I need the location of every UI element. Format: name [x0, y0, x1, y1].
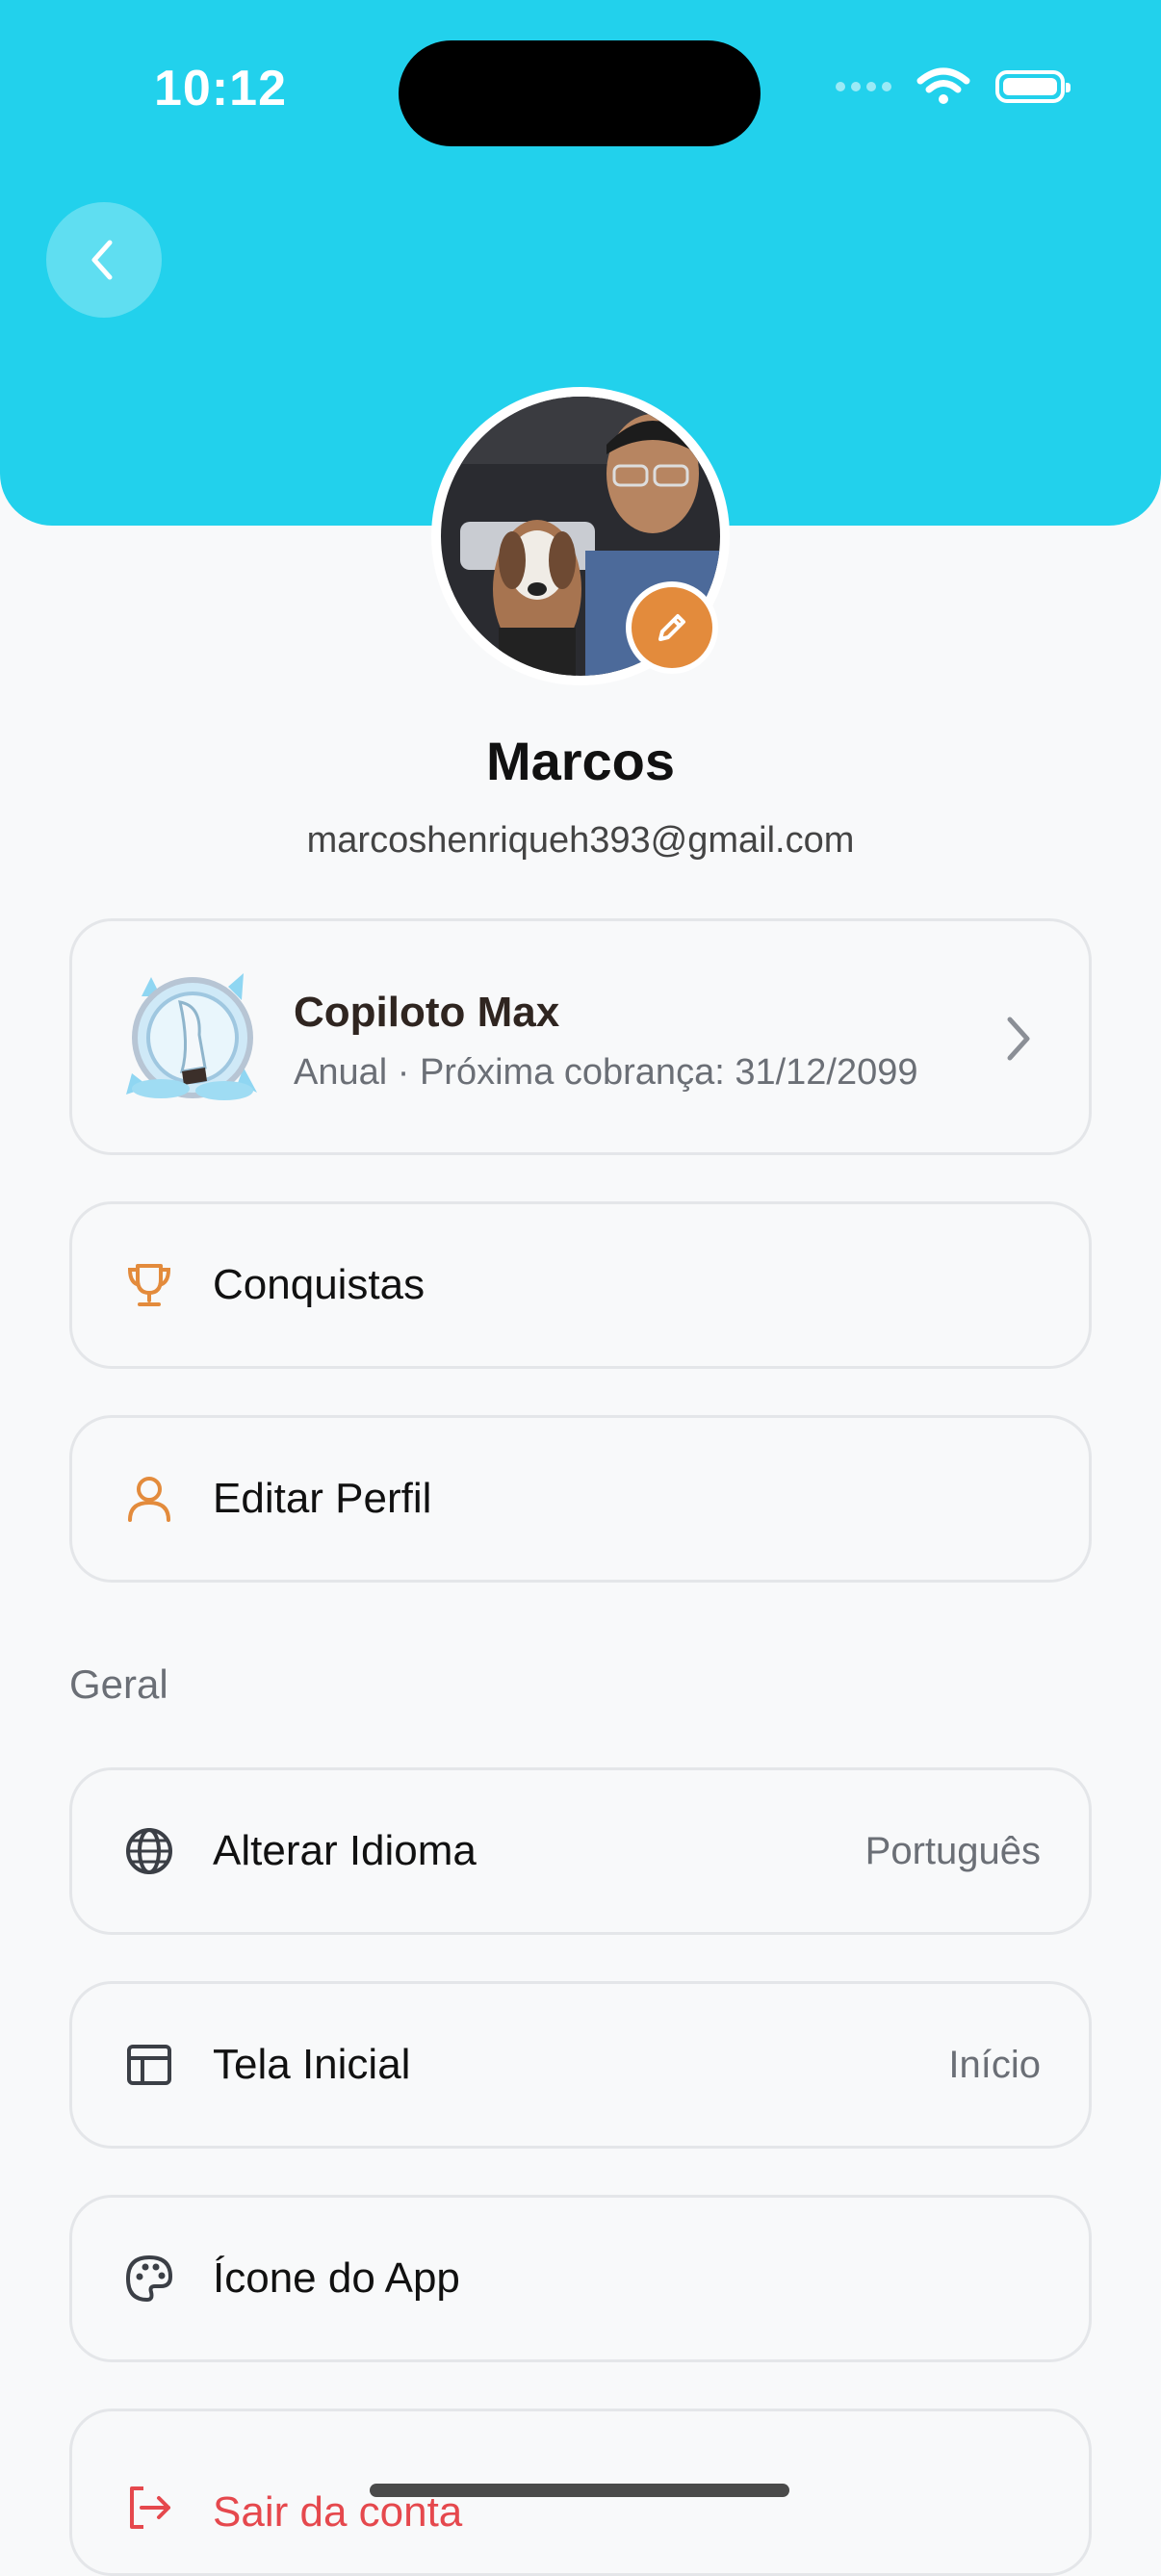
user-icon	[122, 1472, 176, 1526]
subscription-title: Copiloto Max	[294, 989, 560, 1036]
section-title-general: Geral	[69, 1662, 168, 1707]
palette-icon	[122, 2252, 176, 2306]
home-screen-label: Tela Inicial	[213, 2041, 411, 2088]
app-icon-label: Ícone do App	[213, 2254, 460, 2302]
home-screen-value: Início	[948, 2043, 1041, 2086]
crystal-badge-icon	[126, 973, 257, 1100]
status-time: 10:12	[154, 61, 287, 116]
subscription-card[interactable]: Copiloto Max Anual · Próxima cobrança: 3…	[69, 918, 1092, 1155]
logout-icon	[122, 2481, 176, 2535]
language-value: Português	[864, 1829, 1041, 1872]
globe-icon	[122, 1824, 176, 1878]
home-indicator	[370, 2484, 789, 2497]
language-item[interactable]: Alterar Idioma Português	[69, 1767, 1092, 1935]
language-label: Alterar Idioma	[213, 1827, 477, 1874]
edit-profile-item[interactable]: Editar Perfil	[69, 1415, 1092, 1583]
chevron-left-icon	[91, 240, 113, 280]
subscription-detail: Anual · Próxima cobrança: 31/12/2099	[294, 1052, 918, 1093]
profile-name: Marcos	[485, 731, 676, 791]
status-icons	[836, 67, 1071, 106]
achievements-label: Conquistas	[213, 1261, 426, 1308]
home-screen-item[interactable]: Tela Inicial Início	[69, 1981, 1092, 2149]
dynamic-island	[399, 40, 761, 146]
back-button[interactable]	[46, 202, 162, 318]
achievements-item[interactable]: Conquistas	[69, 1201, 1092, 1369]
wifi-icon	[916, 67, 970, 104]
pencil-icon	[658, 614, 685, 641]
edit-avatar-button[interactable]	[626, 581, 718, 674]
edit-profile-label: Editar Perfil	[213, 1475, 432, 1522]
chevron-right-icon	[1007, 1017, 1030, 1061]
signal-icon	[836, 82, 891, 91]
trophy-icon	[122, 1258, 176, 1312]
layout-icon	[122, 2038, 176, 2092]
app-icon-item[interactable]: Ícone do App	[69, 2195, 1092, 2362]
battery-icon	[995, 70, 1071, 103]
profile-email: marcoshenriqueh393@gmail.com	[306, 820, 855, 861]
